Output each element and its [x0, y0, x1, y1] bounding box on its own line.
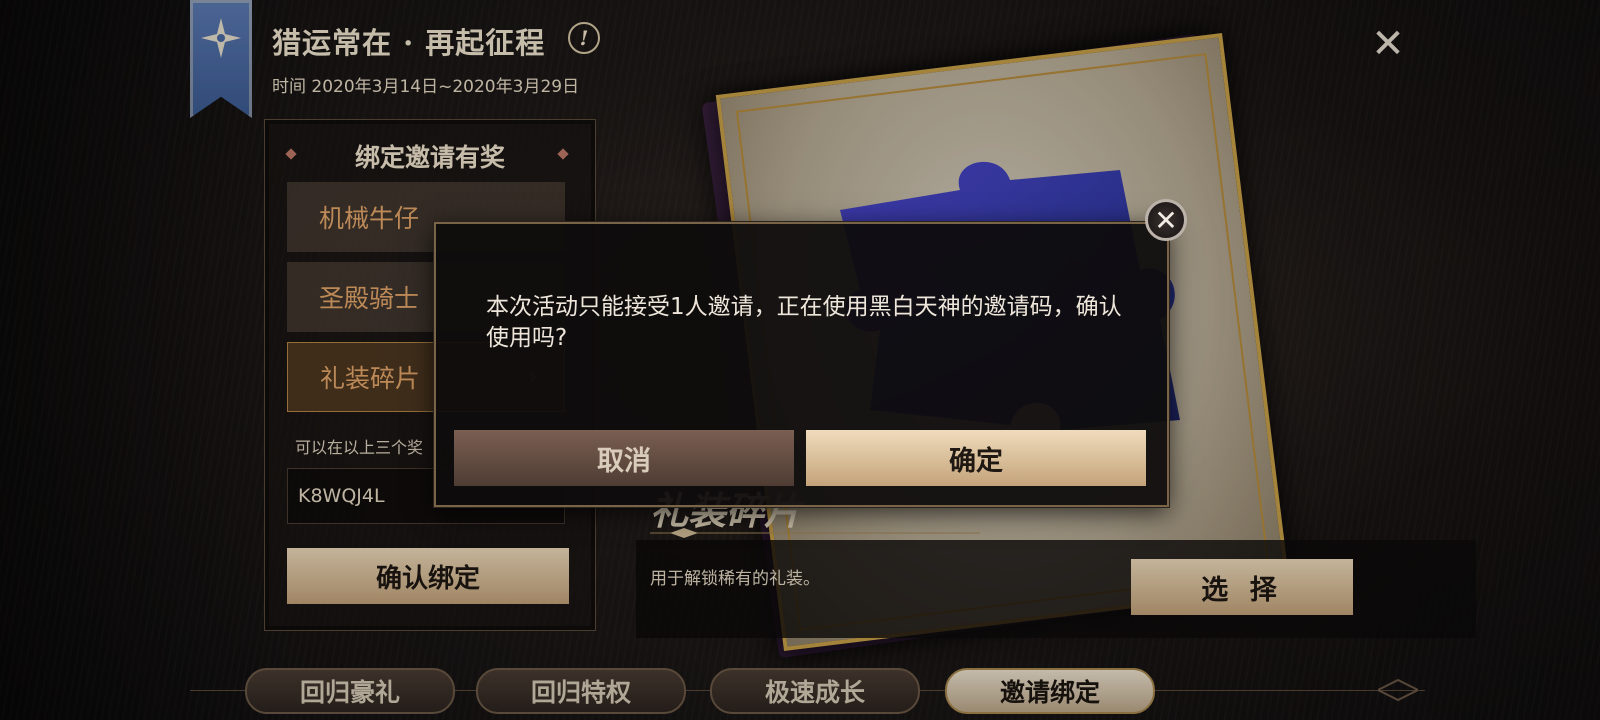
confirm-dialog: 本次活动只能接受1人邀请，正在使用黑白天神的邀请码，确认使用吗? 取消 确定 — [434, 222, 1169, 507]
dialog-close-icon[interactable]: ✕ — [1145, 199, 1187, 241]
cancel-button[interactable]: 取消 — [454, 430, 794, 486]
dialog-message: 本次活动只能接受1人邀请，正在使用黑白天神的邀请码，确认使用吗? — [486, 294, 1122, 351]
confirm-button[interactable]: 确定 — [806, 430, 1146, 486]
